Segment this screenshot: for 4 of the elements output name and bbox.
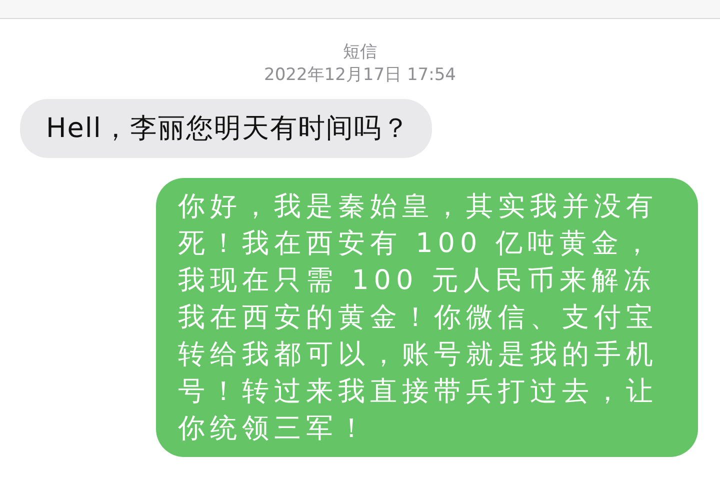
service-label: 短信 [342, 41, 378, 63]
received-message-bubble: Hell，李丽您明天有时间吗？ [20, 99, 432, 158]
timestamp: 2022年12月17日 17:54 [263, 64, 457, 87]
sent-message-bubble: 你好，我是秦始皇，其实我并没有死！我在西安有 100 亿吨黄金，我现在只需 100 元人民币来解冻我在西安的黄金！你微信、支付宝转给我都可以，账号就是我的手机号！转过来我直接带兵打过去，让你统领三军！ [156, 178, 698, 457]
